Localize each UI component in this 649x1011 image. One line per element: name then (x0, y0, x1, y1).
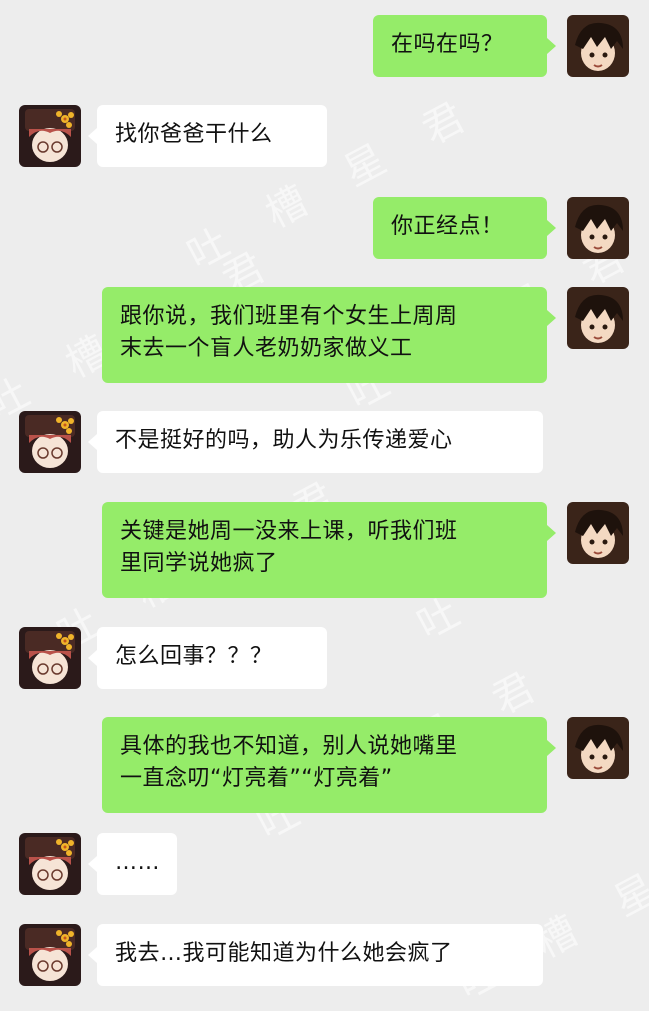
message-bubble[interactable]: 找你爸爸干什么 (97, 105, 327, 167)
message-bubble[interactable]: 跟你说，我们班里有个女生上周周 末去一个盲人老奶奶家做义工 (102, 287, 547, 383)
avatar-contact[interactable] (19, 924, 81, 986)
avatar-contact[interactable] (19, 411, 81, 473)
message-bubble[interactable]: 在吗在吗？ (373, 15, 547, 77)
message-bubble[interactable]: 不是挺好的吗，助人为乐传递爱心 (97, 411, 543, 473)
avatar-contact[interactable] (19, 105, 81, 167)
avatar-self[interactable] (567, 502, 629, 564)
avatar-self[interactable] (567, 15, 629, 77)
message-bubble[interactable]: …… (97, 833, 177, 895)
avatar-self[interactable] (567, 197, 629, 259)
avatar-contact[interactable] (19, 833, 81, 895)
message-bubble[interactable]: 关键是她周一没来上课，听我们班 里同学说她疯了 (102, 502, 547, 598)
message-bubble[interactable]: 怎么回事？？？ (97, 627, 327, 689)
message-bubble[interactable]: 具体的我也不知道，别人说她嘴里 一直念叨“灯亮着”“灯亮着” (102, 717, 547, 813)
message-bubble[interactable]: 你正经点！ (373, 197, 547, 259)
message-bubble[interactable]: 我去…我可能知道为什么她会疯了 (97, 924, 543, 986)
avatar-self[interactable] (567, 287, 629, 349)
avatar-contact[interactable] (19, 627, 81, 689)
chat-window: 吐 槽 星 君 吐 槽 星 君 吐 槽 星 君 吐 槽 星 君 吐 槽 星 君 … (0, 0, 649, 1009)
avatar-self[interactable] (567, 717, 629, 779)
